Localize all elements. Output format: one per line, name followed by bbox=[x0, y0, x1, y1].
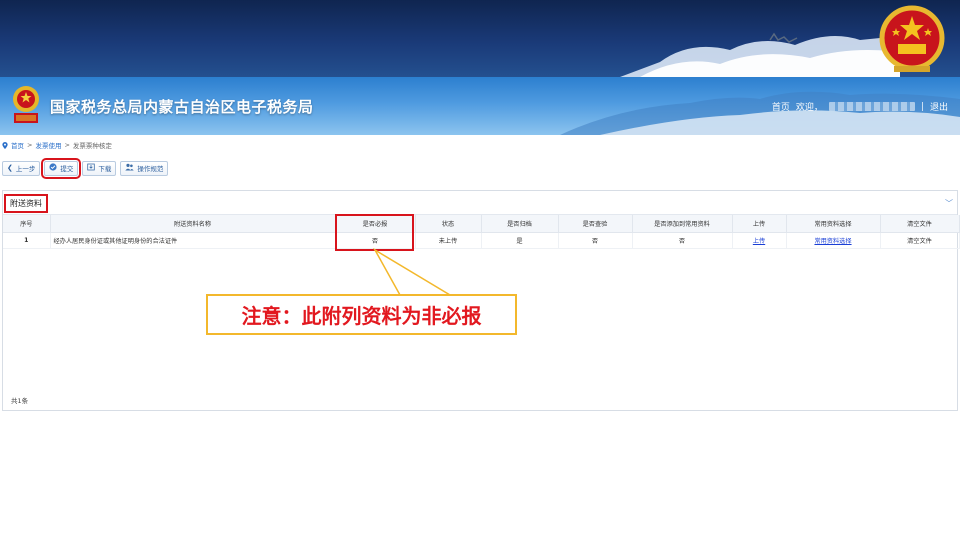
column-header: 序号 bbox=[3, 215, 51, 233]
national-emblem-icon bbox=[879, 5, 945, 72]
column-header: 附送资料名称 bbox=[50, 215, 336, 233]
table-row: 1 经办人居民身份证或其他证明身份的合法证件 否 未上传 是 否 否 上传 常用… bbox=[3, 232, 960, 249]
breadcrumb-invoice-usage[interactable]: 发票使用 bbox=[35, 140, 61, 150]
user-name-redacted bbox=[828, 102, 915, 111]
breadcrumb-separator: > bbox=[64, 141, 70, 149]
column-header: 常用资料选择 bbox=[786, 215, 881, 233]
note-callout: 注意：此附列资料为非必报 bbox=[206, 294, 517, 335]
download-label: 下载 bbox=[98, 165, 112, 173]
operation-guide-button[interactable]: 操作规范 bbox=[120, 160, 169, 176]
total-count: 共1条 bbox=[11, 397, 29, 405]
check-circle-icon bbox=[49, 163, 57, 173]
chevron-down-icon[interactable]: ﹀ bbox=[945, 198, 953, 209]
great-wall-cloud-image bbox=[620, 32, 900, 77]
breadcrumb-separator: > bbox=[27, 141, 33, 149]
attachment-name: 经办人居民身份证或其他证明身份的合法证件 bbox=[50, 232, 336, 249]
column-header: 是否归档 bbox=[481, 215, 559, 233]
slide-banner bbox=[0, 0, 960, 77]
attachment-table: 序号 附送资料名称 是否必报 状态 是否归档 是否查验 是否添加到常用资料 上传… bbox=[3, 215, 960, 249]
download-icon bbox=[87, 163, 96, 173]
users-icon bbox=[125, 163, 135, 173]
column-header: 是否查验 bbox=[558, 215, 633, 233]
logout-link[interactable]: 退出 bbox=[930, 100, 948, 113]
column-header: 是否必报 bbox=[335, 215, 416, 233]
welcome-text: 欢迎， bbox=[795, 103, 823, 113]
clear-file-button[interactable]: 清空文件 bbox=[880, 232, 960, 249]
common-material-select-link[interactable]: 常用资料选择 bbox=[814, 238, 851, 245]
home-link[interactable]: 首页 bbox=[772, 100, 790, 113]
column-header: 清空文件 bbox=[880, 215, 960, 233]
separator: | bbox=[920, 101, 924, 112]
archived-flag: 是 bbox=[481, 232, 559, 249]
table-header-row: 序号 附送资料名称 是否必报 状态 是否归档 是否查验 是否添加到常用资料 上传… bbox=[3, 215, 960, 233]
panel-title: 附送资料 bbox=[4, 194, 48, 213]
row-index: 1 bbox=[3, 232, 51, 249]
breadcrumb-home[interactable]: 首页 bbox=[11, 140, 24, 150]
location-pin-icon bbox=[2, 141, 8, 149]
column-header: 上传 bbox=[732, 215, 787, 233]
breadcrumb-current: 发票票种核定 bbox=[72, 142, 112, 150]
operation-guide-label: 操作规范 bbox=[137, 165, 164, 173]
common-select-cell: 常用资料选择 bbox=[786, 232, 881, 249]
required-flag: 否 bbox=[335, 232, 416, 249]
download-button[interactable]: 下载 bbox=[82, 160, 117, 176]
upload-status: 未上传 bbox=[415, 232, 482, 249]
toolbar: ❮ 上一步 提交 下载 操作规范 bbox=[2, 157, 169, 179]
callout-text: 注意：此附列资料为非必报 bbox=[241, 304, 482, 328]
panel-header: 附送资料 ﹀ bbox=[3, 191, 957, 215]
upload-cell: 上传 bbox=[732, 232, 787, 249]
submit-button[interactable]: 提交 bbox=[41, 157, 82, 179]
tax-bureau-logo-icon bbox=[13, 86, 39, 123]
add-to-common-flag: 否 bbox=[632, 232, 733, 249]
prev-step-button[interactable]: ❮ 上一步 bbox=[2, 160, 41, 176]
upload-link[interactable]: 上传 bbox=[753, 238, 765, 245]
app-header: 国家税务总局内蒙古自治区电子税务局 首页 欢迎， | 退出 bbox=[0, 77, 960, 135]
callout-pointer bbox=[372, 247, 453, 296]
verified-flag: 否 bbox=[558, 232, 633, 249]
chevron-left-icon: ❮ bbox=[7, 163, 13, 172]
submit-label: 提交 bbox=[60, 165, 74, 173]
header-links: 首页 欢迎， | 退出 bbox=[772, 100, 948, 114]
prev-step-label: 上一步 bbox=[15, 165, 36, 173]
breadcrumb: 首页 > 发票使用 > 发票票种核定 bbox=[2, 140, 112, 150]
site-title: 国家税务总局内蒙古自治区电子税务局 bbox=[50, 98, 314, 116]
column-header: 状态 bbox=[415, 215, 482, 233]
column-header: 是否添加到常用资料 bbox=[632, 215, 733, 233]
